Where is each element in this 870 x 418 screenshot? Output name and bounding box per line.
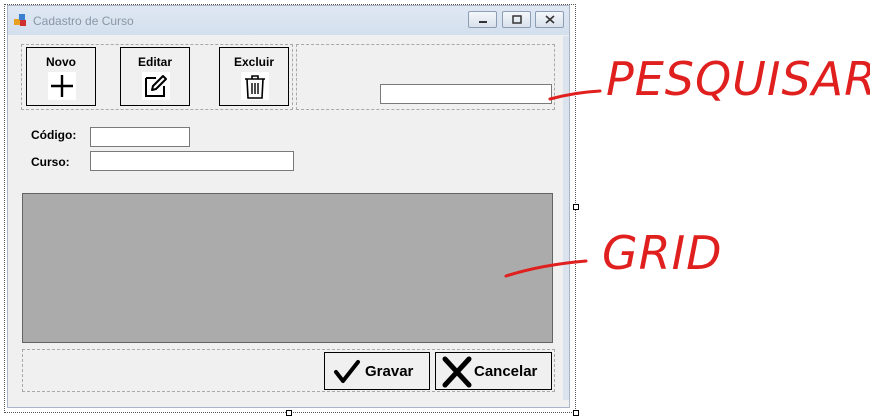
edit-button[interactable]: Editar bbox=[120, 47, 190, 106]
maximize-button[interactable] bbox=[502, 11, 531, 28]
search-input[interactable] bbox=[380, 84, 552, 104]
save-button-label: Gravar bbox=[365, 363, 414, 380]
cancel-button-label: Cancelar bbox=[474, 363, 538, 380]
close-icon bbox=[544, 15, 555, 24]
minimize-icon bbox=[478, 20, 487, 23]
trash-icon bbox=[241, 72, 269, 100]
search-annotation: PESQUISAR bbox=[606, 52, 870, 106]
title-bar: Cadastro de Curso bbox=[8, 6, 569, 35]
x-icon bbox=[442, 356, 472, 388]
resize-handle-right[interactable] bbox=[573, 204, 579, 210]
app-icon bbox=[14, 14, 27, 27]
codigo-field[interactable] bbox=[90, 127, 190, 147]
grid-annotation: GRID bbox=[602, 226, 723, 280]
edit-icon bbox=[142, 72, 170, 100]
data-grid[interactable] bbox=[22, 193, 553, 343]
maximize-icon bbox=[511, 15, 522, 24]
window-title: Cadastro de Curso bbox=[33, 14, 134, 28]
save-button[interactable]: Gravar bbox=[324, 352, 430, 390]
edit-button-label: Editar bbox=[137, 55, 172, 69]
new-button[interactable]: Novo bbox=[26, 47, 96, 106]
minimize-button[interactable] bbox=[468, 11, 497, 28]
search-annotation-line bbox=[548, 89, 602, 101]
checkmark-icon bbox=[334, 360, 360, 383]
delete-button-label: Excluir bbox=[233, 55, 275, 69]
curso-field[interactable] bbox=[90, 151, 294, 171]
close-button[interactable] bbox=[535, 11, 564, 28]
new-button-label: Novo bbox=[46, 55, 76, 69]
delete-button[interactable]: Excluir bbox=[219, 47, 289, 106]
grid-annotation-line bbox=[504, 259, 588, 278]
codigo-label: Código: bbox=[31, 128, 77, 142]
plus-icon bbox=[48, 72, 76, 100]
resize-handle-bottom[interactable] bbox=[286, 410, 292, 416]
cancel-button[interactable]: Cancelar bbox=[435, 352, 552, 390]
curso-label: Curso: bbox=[31, 155, 70, 169]
resize-handle-corner[interactable] bbox=[573, 410, 579, 416]
